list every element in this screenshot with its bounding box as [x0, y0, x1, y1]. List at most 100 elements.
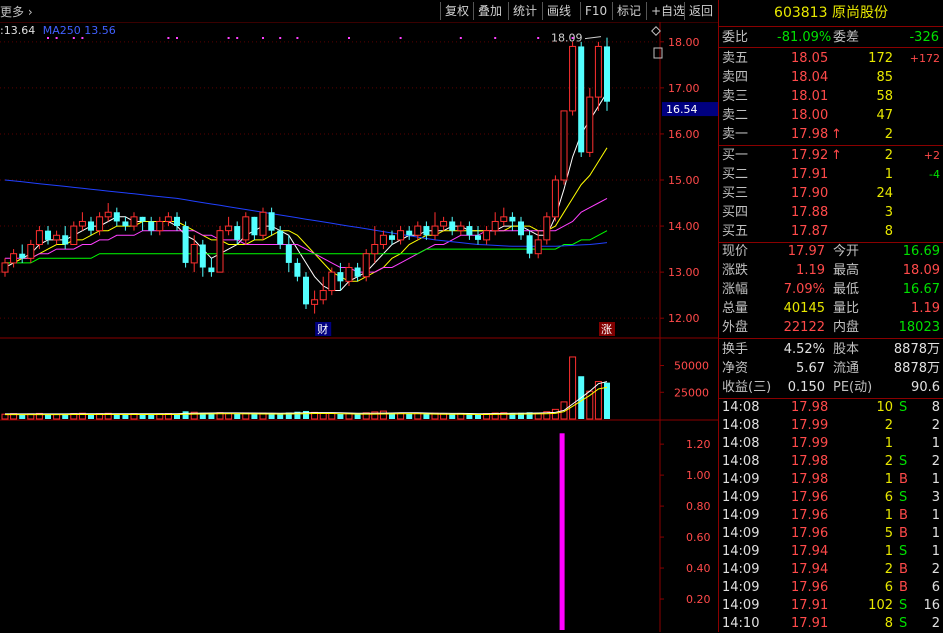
candle-body-up: [543, 216, 551, 241]
level-volume: 2: [884, 127, 893, 142]
stat-value: 22122: [783, 320, 825, 335]
stat-row: 涨幅 7.09% 最低 16.67: [719, 280, 943, 299]
signal-dot: [296, 37, 299, 39]
level-price: 18.01: [791, 89, 829, 104]
candle-body-down: [148, 221, 155, 231]
tick-price: 17.99: [791, 418, 829, 433]
signal-dot: [47, 37, 49, 39]
toolbar-button[interactable]: 统计: [508, 2, 541, 20]
indicator-bars: [559, 433, 565, 630]
price-tick-label: 12.00: [668, 312, 700, 325]
level-price: 17.90: [791, 186, 829, 201]
candle-body-down: [122, 221, 129, 227]
candle-body-down: [449, 221, 456, 231]
tick-count: 3: [931, 490, 940, 505]
candle-body-up: [53, 234, 61, 241]
volume-bar-up: [551, 408, 559, 420]
candle-body-up: [311, 299, 319, 305]
bid-row[interactable]: 买一 17.92 ↑ 2 +2: [719, 146, 943, 165]
stat-label: 现价: [722, 244, 749, 259]
ma-line-yellow: [5, 147, 608, 282]
tick-side: S: [899, 616, 908, 631]
tick-time: 14:09: [722, 508, 760, 523]
signal-dot: [537, 37, 540, 39]
signal-dot: [81, 37, 84, 39]
tick-side: S: [899, 454, 908, 469]
toolbar-button[interactable]: 画线: [542, 2, 575, 20]
candle-body-up: [70, 225, 78, 245]
toolbar-button[interactable]: 复权: [440, 2, 473, 20]
candle-body-down: [251, 216, 258, 236]
tick-volume: 2: [884, 454, 893, 469]
event-cai[interactable]: 财: [317, 322, 328, 336]
candle-body-down: [303, 276, 309, 305]
toolbar-button[interactable]: 返回: [684, 2, 717, 20]
ask-row[interactable]: 卖一 17.98 ↑ 2: [719, 125, 943, 144]
ask-row[interactable]: 卖五 18.05 172 +172: [719, 49, 943, 68]
stat-value: 16.69: [902, 244, 940, 259]
volume-bar-up: [379, 410, 387, 420]
toolbar-button[interactable]: 标记: [612, 2, 645, 20]
trade-tick-row: 14:09 17.94 2 B 2: [719, 561, 943, 579]
panel-toggle-icon[interactable]: [653, 47, 663, 59]
stat-row: 净资 5.67 流通 8878万: [719, 359, 943, 378]
weicha-label: 委差: [833, 30, 860, 45]
bid-row[interactable]: 买三 17.90 24: [719, 184, 943, 203]
stat-row: 收益(三) 0.150 PE(动) 90.6: [719, 378, 943, 397]
stat-value: 7.09%: [783, 282, 825, 297]
candle-body-down: [475, 235, 481, 240]
tick-time: 14:09: [722, 598, 760, 613]
tick-time: 14:09: [722, 562, 760, 577]
level-label: 买一: [722, 148, 749, 163]
toolbar-button[interactable]: 叠加: [473, 2, 506, 20]
bid-row[interactable]: 买四 17.88 3: [719, 203, 943, 222]
volume-bar-down: [406, 413, 413, 419]
indicator-tick-label: 0.20: [686, 593, 711, 606]
candle-body-down: [423, 226, 430, 236]
kline-chart-area[interactable]: 18.09 财 涨 18.00 17.00 16.00 15.00 14.00 13.00 12…: [0, 22, 718, 632]
toolbar-button[interactable]: F10: [580, 2, 611, 20]
stat-row: 外盘 22122 内盘 18023: [719, 318, 943, 337]
tick-price: 17.94: [791, 544, 829, 559]
diamond-icon[interactable]: [651, 26, 661, 36]
volume-bar-down: [337, 413, 344, 419]
tick-volume: 5: [884, 526, 893, 541]
ma-value: :13.64: [0, 24, 36, 37]
toolbar-button[interactable]: +自选: [646, 2, 689, 20]
volume-bar-up: [319, 412, 327, 420]
bid-row[interactable]: 买五 17.87 8: [719, 222, 943, 241]
candle-body-up: [379, 234, 387, 245]
volume-ma-line: [5, 381, 608, 415]
candle-body-up: [319, 290, 327, 301]
candle-body-down: [199, 244, 206, 268]
tick-side: B: [899, 472, 908, 487]
candle-body-up: [483, 230, 491, 241]
level-price: 18.05: [791, 51, 829, 66]
ask-row[interactable]: 卖四 18.04 85: [719, 68, 943, 87]
candle-body-down: [277, 230, 284, 245]
candle-body-down: [19, 253, 26, 259]
candle-body-up: [104, 211, 112, 218]
signal-dot: [227, 37, 230, 39]
ask-row[interactable]: 卖三 18.01 58: [719, 87, 943, 106]
bid-row[interactable]: 买二 17.91 1 -4: [719, 165, 943, 184]
candle-body-up: [440, 220, 448, 227]
volume-bar-up: [594, 381, 602, 420]
tick-price: 17.94: [791, 562, 829, 577]
candle-body-down: [139, 216, 146, 222]
trade-tick-row: 14:09 17.98 1 B 1: [719, 471, 943, 489]
more-label: 更多: [0, 5, 25, 19]
stat-row: 涨跌 1.19 最高 18.09: [719, 261, 943, 280]
candle-body-down: [182, 226, 189, 263]
level-label: 卖二: [722, 108, 749, 123]
level-volume: 2: [884, 148, 893, 163]
more-menu-button[interactable]: 更多 ›: [0, 3, 33, 20]
tick-side: S: [899, 400, 908, 415]
level-volume: 8: [884, 224, 893, 239]
trade-tick-row: 14:08 17.98 2 S 2: [719, 453, 943, 471]
ask-row[interactable]: 卖二 18.00 47: [719, 106, 943, 125]
high-marker-arrow: [584, 36, 602, 40]
stat-label: 总量: [722, 301, 749, 316]
trade-tick-row: 14:08 17.98 10 S 8: [719, 399, 943, 417]
event-zhang[interactable]: 涨: [601, 323, 612, 336]
